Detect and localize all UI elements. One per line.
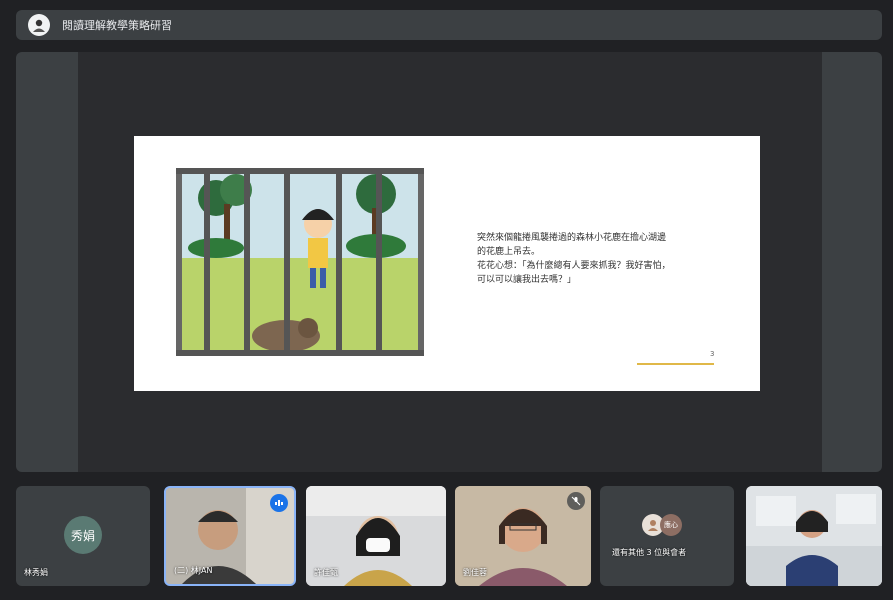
- other-participants-label: 還有其他 3 位與會者: [612, 548, 687, 557]
- other-participants-tile[interactable]: 應心 還有其他 3 位與會者: [600, 486, 734, 586]
- other-participants-avatars: 應心: [642, 514, 682, 536]
- participant-name: (二) 林JAN: [174, 566, 213, 575]
- participant-tile-active-speaker[interactable]: (二) 林JAN: [164, 486, 296, 586]
- caged-deer-illustration: [176, 168, 424, 356]
- participant-name: 林秀娟: [24, 568, 48, 577]
- participant-avatar: 秀娟: [64, 516, 102, 554]
- participant-tile[interactable]: 劉佳蓉: [455, 486, 591, 586]
- participant-tile[interactable]: [746, 486, 882, 586]
- meeting-title-bar: 閱讀理解教學策略研習: [16, 10, 882, 40]
- presented-slide: 突然來個龍捲風襲捲過的森林小花鹿在擔心湖邊 的花鹿上吊去。 花花心想：「為什麼總…: [134, 136, 760, 391]
- presentation-stage: 突然來個龍捲風襲捲過的森林小花鹿在擔心湖邊 的花鹿上吊去。 花花心想：「為什麼總…: [16, 52, 882, 472]
- slide-decor-line: [637, 363, 714, 365]
- slide-line: 花花心想：「為什麼總有人要來抓我？我好害怕，: [477, 261, 671, 271]
- speaking-indicator-icon: [270, 494, 288, 512]
- participant-name: 許佳甄: [314, 568, 338, 577]
- slide-line: 可以可以讓我出去嗎？」: [477, 275, 577, 285]
- slide-line: 的花鹿上吊去。: [477, 247, 541, 257]
- meeting-title: 閱讀理解教學策略研習: [62, 19, 172, 32]
- participant-video: [746, 486, 882, 586]
- participant-tile[interactable]: 許佳甄: [306, 486, 446, 586]
- participant-tile[interactable]: 秀娟 林秀娟: [16, 486, 150, 586]
- owner-avatar-icon: [28, 14, 50, 36]
- participant-name: 劉佳蓉: [463, 568, 487, 577]
- participant-thumb-avatar: 應心: [660, 514, 682, 536]
- slide-text: 突然來個龍捲風襲捲過的森林小花鹿在擔心湖邊 的花鹿上吊去。 花花心想：「為什麼總…: [477, 231, 722, 287]
- slide-page-number: 3: [710, 350, 715, 358]
- mic-off-icon: [567, 492, 585, 510]
- slide-line: 突然來個龍捲風襲捲過的森林小花鹿在擔心湖邊: [477, 233, 667, 243]
